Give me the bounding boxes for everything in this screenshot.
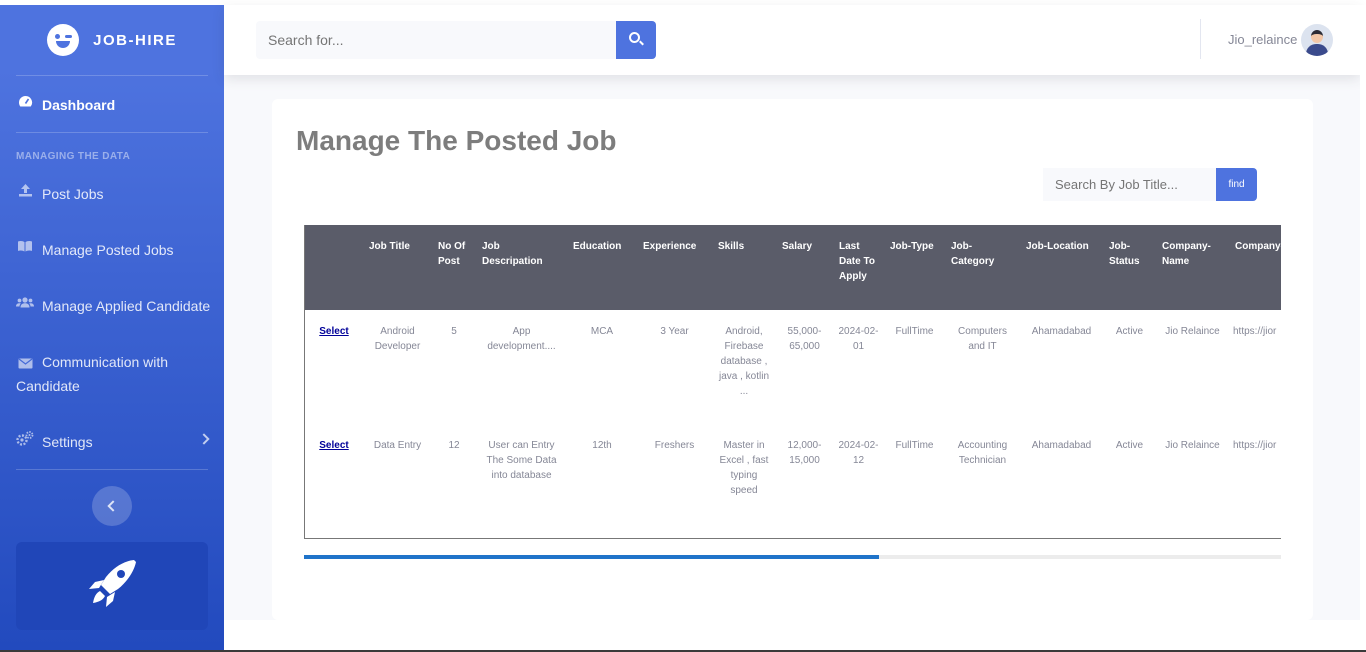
column-header: Job Descripation — [476, 225, 567, 310]
column-header — [305, 225, 363, 310]
sidebar-item-label-text: Communication with Candidate — [16, 354, 169, 394]
sidebar-heading: MANAGING THE DATA — [16, 151, 131, 162]
table-cell-company-url: https://jior — [1233, 326, 1277, 337]
column-header: Education — [567, 225, 637, 310]
table-cell-company-url: https://jior — [1233, 440, 1277, 451]
sidebar-item-manage-posted-jobs[interactable]: Manage Posted Jobs — [16, 238, 216, 262]
sidebar: JOB-HIRE Dashboard MANAGING THE DATA Pos… — [0, 5, 224, 650]
sidebar-item-dashboard[interactable]: Dashboard — [16, 93, 216, 117]
table-cell-job-type: FullTime — [895, 326, 934, 337]
table-cell-job-type: FullTime — [895, 440, 934, 451]
sidebar-item-label: Settings — [42, 434, 93, 450]
sidebar-item-manage-applied-candidate[interactable]: Manage Applied Candidate — [16, 294, 216, 318]
table-row: Select Android Developer 5 App developme… — [305, 310, 1281, 424]
table-cell-last-date: 2024-02-01 — [838, 326, 879, 352]
sidebar-item-post-jobs[interactable]: Post Jobs — [16, 182, 216, 206]
sidebar-item-label: Manage Posted Jobs — [42, 242, 174, 258]
table-cell-job-title: Data Entry — [373, 440, 422, 451]
table-cell-no-of-post: 5 — [451, 326, 457, 337]
table-cell-last-date: 2024-02-12 — [838, 440, 879, 466]
table-cell-no-of-post: 12 — [448, 440, 460, 451]
table-cell-job-status: Active — [1115, 440, 1144, 451]
avatar[interactable] — [1301, 24, 1333, 56]
table-cell-job-status: Active — [1115, 326, 1144, 337]
scrollbar-thumb[interactable] — [304, 555, 879, 559]
sidebar-divider — [16, 132, 208, 133]
table-cell-experience: Freshers — [654, 440, 695, 451]
column-header: Job-Category — [945, 225, 1020, 310]
table-cell-job-category: Computers and IT — [958, 326, 1007, 352]
sidebar-divider — [16, 469, 208, 470]
cogs-icon — [16, 430, 34, 446]
table-cell-job-location: Ahamadabad — [1031, 440, 1092, 451]
user-name[interactable]: Jio_relaince — [1228, 32, 1297, 47]
table-cell-company-name: Jio Relaince — [1165, 440, 1220, 451]
sidebar-item-settings[interactable]: Settings — [16, 430, 216, 454]
column-header: Company-Name — [1156, 225, 1229, 310]
column-header: Salary — [776, 225, 833, 310]
table-cell-company-name: Jio Relaince — [1165, 326, 1220, 337]
search-button[interactable] — [616, 21, 656, 59]
column-header: Last Date To Apply — [833, 225, 884, 310]
page-title: Manage The Posted Job — [296, 125, 617, 156]
table-header-row: Job Title No Of Post Job Descripation Ed… — [305, 225, 1281, 310]
search-input[interactable] — [256, 21, 616, 59]
users-icon — [16, 294, 34, 310]
table-cell-job-category: Accounting Technician — [957, 440, 1008, 466]
sidebar-divider — [16, 75, 208, 76]
rocket-icon — [89, 560, 136, 607]
table-cell-description: App development.... — [487, 326, 556, 352]
table-cell-skills: Android, Firebase database , java , kotl… — [718, 326, 770, 397]
table-cell-salary: 55,000-65,000 — [787, 326, 822, 352]
column-header: Experience — [637, 225, 712, 310]
column-header: Company- — [1229, 225, 1281, 310]
table-cell-job-location: Ahamadabad — [1031, 326, 1092, 337]
upload-icon — [16, 182, 34, 198]
sidebar-item-label: Post Jobs — [42, 186, 104, 202]
column-header: Job Title — [363, 225, 432, 310]
table-cell-experience: 3 Year — [660, 326, 689, 337]
jobs-table: Job Title No Of Post Job Descripation Ed… — [305, 225, 1281, 538]
book-open-icon — [16, 238, 34, 254]
table-cell-description: User can Entry The Some Data into databa… — [486, 440, 557, 481]
page-edge — [1360, 5, 1366, 620]
sidebar-item-communication-with-candidate[interactable]: Communication with Candidate — [16, 350, 216, 398]
job-title-search-input[interactable] — [1043, 168, 1216, 201]
find-button[interactable]: find — [1216, 168, 1257, 201]
horizontal-scrollbar[interactable] — [304, 555, 1281, 559]
sidebar-item-label: Communication with Candidate — [16, 350, 216, 398]
envelope-icon — [16, 355, 34, 371]
jobs-table-container[interactable]: Job Title No Of Post Job Descripation Ed… — [304, 225, 1281, 539]
column-header: No Of Post — [432, 225, 476, 310]
column-header: Job-Status — [1103, 225, 1156, 310]
grin-wink-icon — [47, 24, 80, 56]
topbar-search — [256, 21, 656, 59]
column-header: Skills — [712, 225, 776, 310]
column-header: Job-Location — [1020, 225, 1103, 310]
tachometer-icon — [16, 93, 34, 109]
select-link[interactable]: Select — [305, 424, 363, 538]
brand-name: JOB-HIRE — [93, 31, 177, 49]
table-cell-education: 12th — [592, 440, 612, 451]
footer — [224, 620, 1366, 650]
posted-jobs-card: Manage The Posted Job find Job Title No … — [272, 99, 1313, 620]
sidebar-promo-card — [16, 542, 208, 630]
sidebar-item-label: Dashboard — [42, 97, 116, 113]
table-cell-education: MCA — [590, 326, 614, 337]
job-title-search: find — [1043, 168, 1257, 201]
topbar-divider — [1200, 19, 1201, 59]
table-cell-skills: Master in Excel , fast typing speed — [719, 440, 769, 496]
brand[interactable]: JOB-HIRE — [0, 5, 224, 75]
table-cell-job-title: Android Developer — [374, 326, 421, 352]
table-cell-salary: 12,000-15,000 — [787, 440, 822, 466]
column-header: Job-Type — [884, 225, 945, 310]
sidebar-item-label: Manage Applied Candidate — [42, 298, 211, 314]
topbar: Jio_relaince — [224, 5, 1360, 75]
select-link[interactable]: Select — [305, 310, 363, 424]
table-row: Select Data Entry 12 User can Entry The … — [305, 424, 1281, 538]
sidebar-toggle-button[interactable] — [92, 486, 132, 526]
